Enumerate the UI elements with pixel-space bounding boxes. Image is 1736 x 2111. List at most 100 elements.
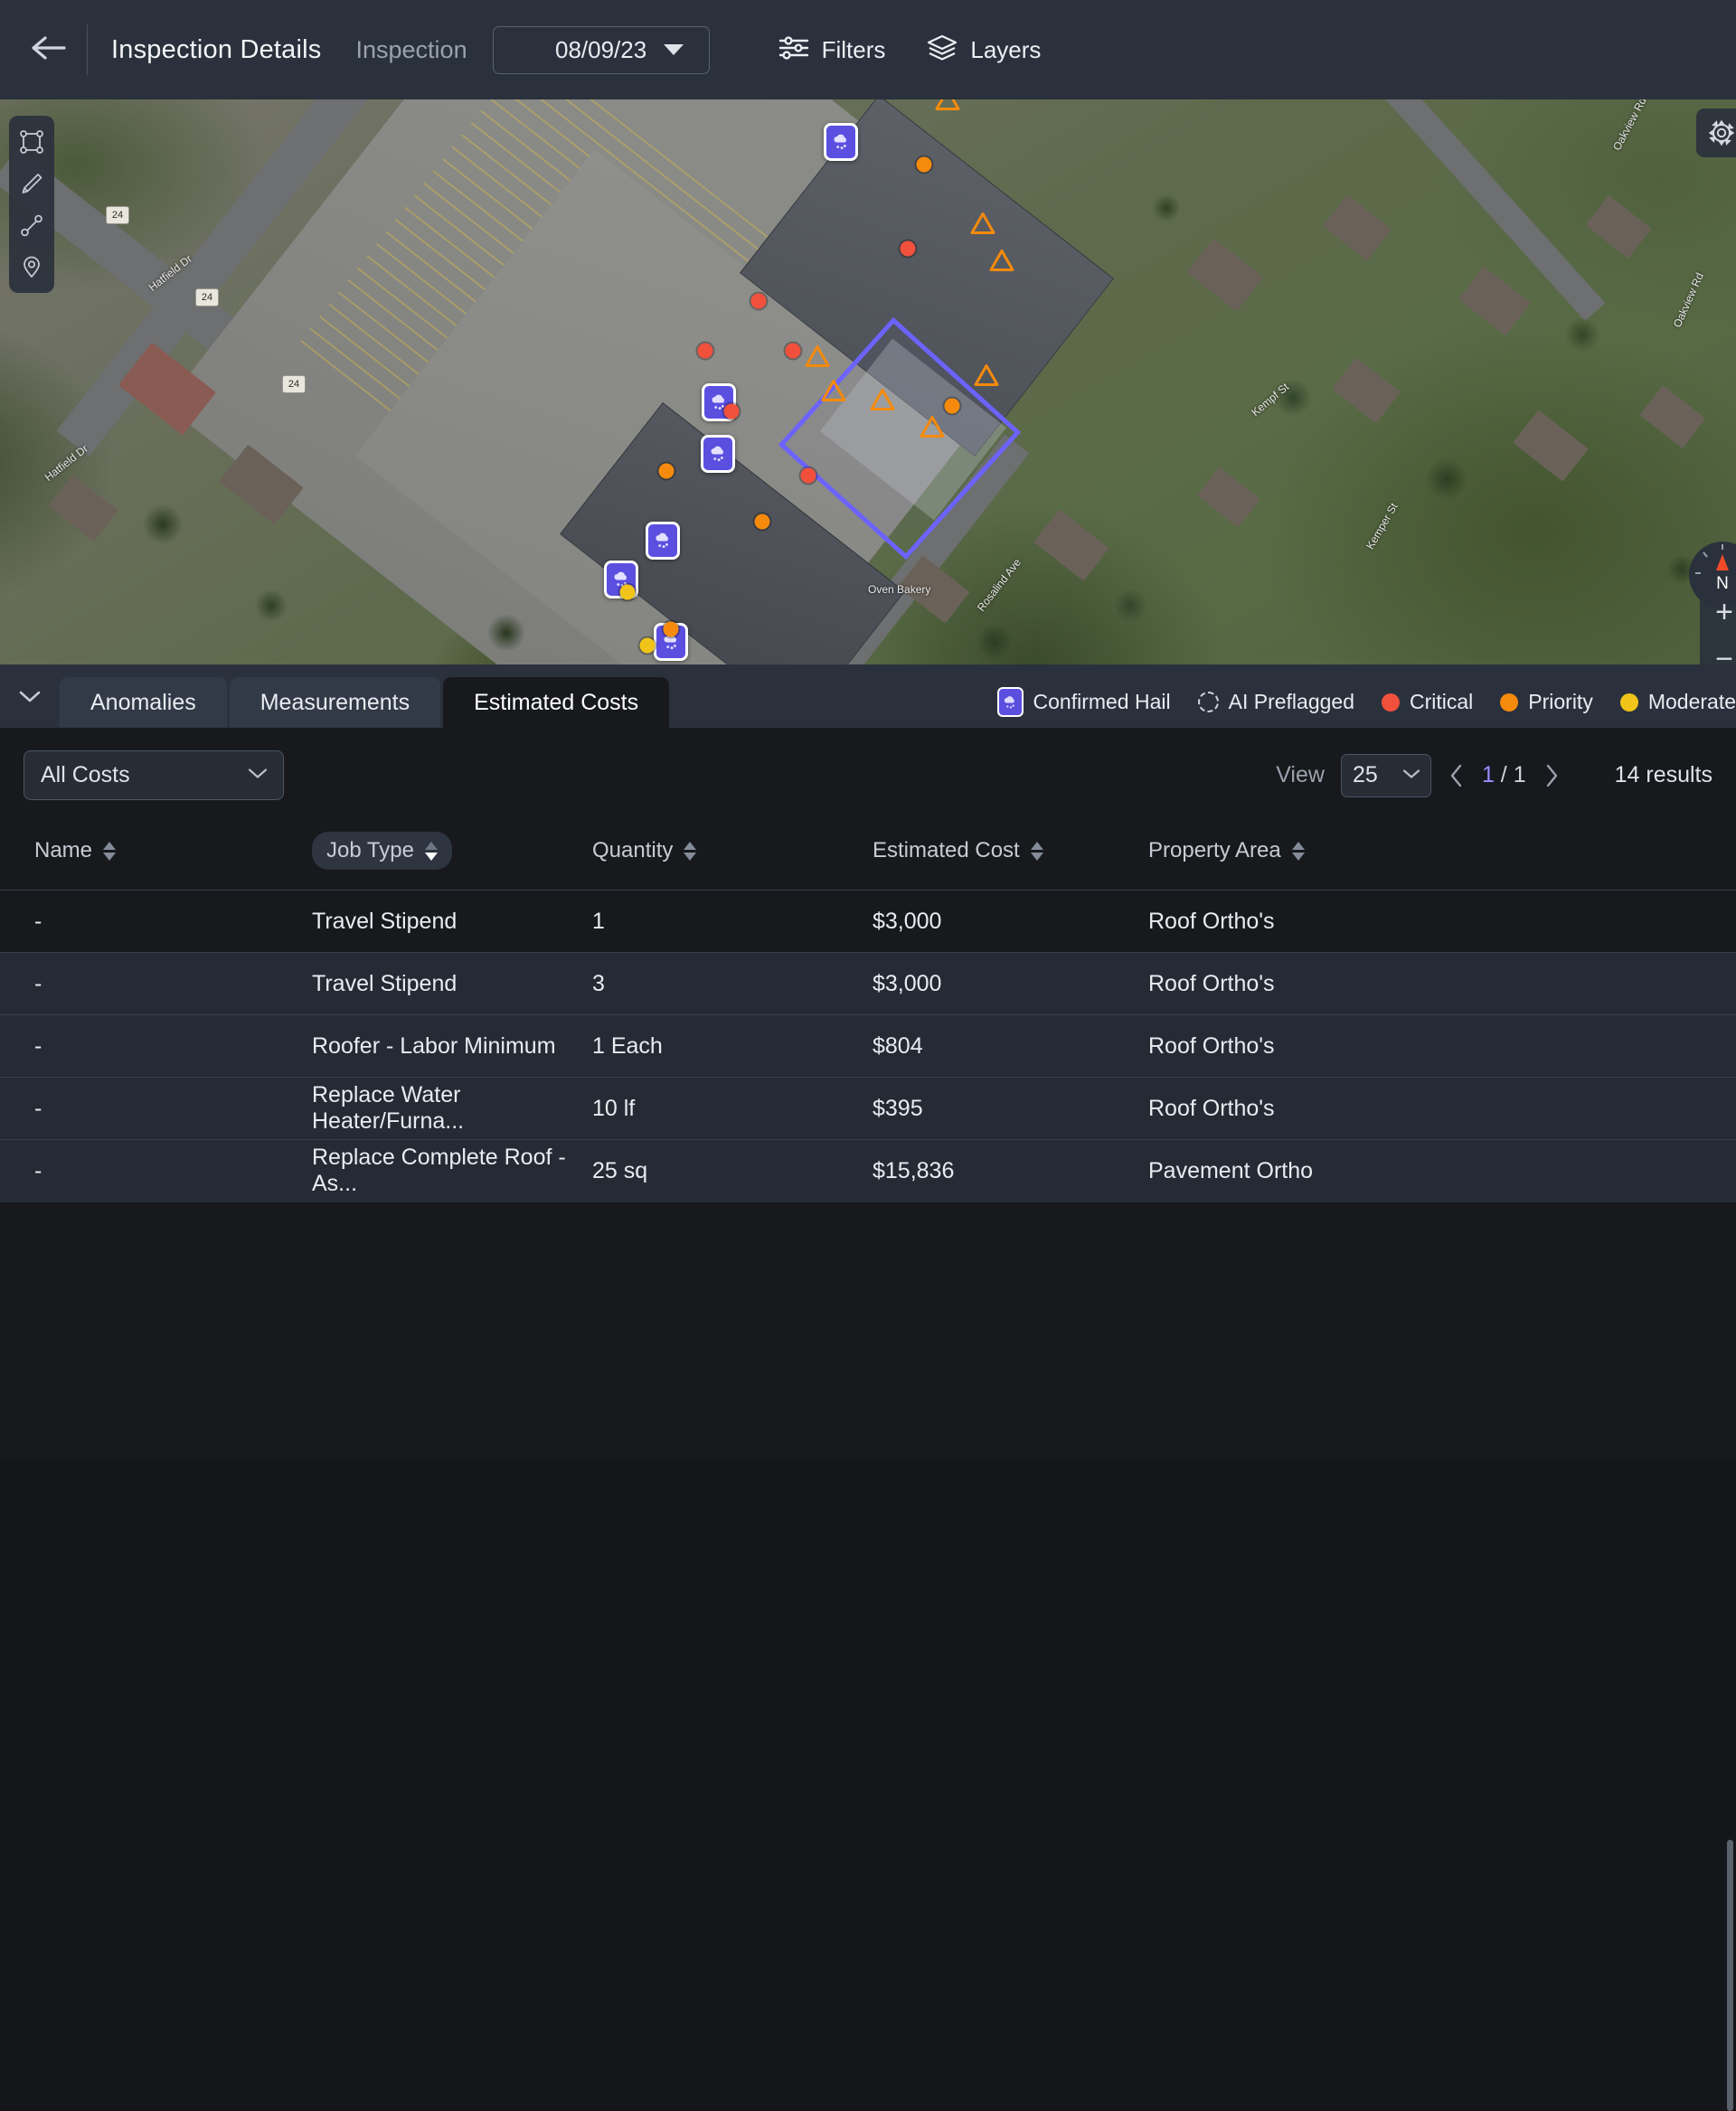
legend-item-confirmed-hail[interactable]: Confirmed Hail: [997, 687, 1171, 717]
marker-ai-preflagged[interactable]: [821, 380, 846, 402]
map-settings-button[interactable]: [1696, 108, 1736, 157]
table-row[interactable]: -Roofer - Labor Minimum1 Each$804Roof Or…: [0, 1015, 1736, 1078]
legend-label-confirmed-hail: Confirmed Hail: [1033, 690, 1171, 714]
cell-job-type: Roofer - Labor Minimum: [312, 1015, 592, 1078]
zoom-in-button[interactable]: +: [1700, 589, 1736, 636]
point-tool[interactable]: [9, 246, 54, 287]
marker-priority[interactable]: [917, 157, 932, 173]
cell-quantity: 3: [592, 953, 873, 1015]
marker-priority[interactable]: [755, 514, 770, 530]
legend-item-critical[interactable]: Critical: [1382, 690, 1473, 714]
marker-critical[interactable]: [698, 344, 713, 359]
column-header-quantity[interactable]: Quantity: [592, 823, 873, 891]
table-row[interactable]: -Replace Water Heater/Furna...10 lf$395R…: [0, 1078, 1736, 1140]
table-row[interactable]: -Travel Stipend3$3,000Roof Ortho's: [0, 953, 1736, 1015]
marker-ai-preflagged[interactable]: [989, 250, 1014, 272]
cell-name: -: [0, 1015, 312, 1078]
marker-confirmed-hail[interactable]: [646, 522, 680, 560]
zoom-out-button[interactable]: −: [1700, 636, 1736, 664]
marker-confirmed-hail[interactable]: [824, 123, 858, 161]
table-row[interactable]: -Replace Complete Roof - As...25 sq$15,8…: [0, 1140, 1736, 1202]
marker-ai-preflagged[interactable]: [920, 416, 945, 438]
table-body: -Travel Stipend1$3,000Roof Ortho's-Trave…: [0, 891, 1736, 1202]
top-bar: Inspection Details Inspection 08/09/23 F…: [0, 0, 1736, 99]
column-label-quantity: Quantity: [592, 838, 673, 863]
table-row[interactable]: -Travel Stipend1$3,000Roof Ortho's: [0, 891, 1736, 953]
priority-swatch: [1500, 693, 1518, 712]
marker-priority[interactable]: [664, 622, 679, 637]
cell-estimated-cost: $3,000: [873, 953, 1148, 1015]
results-count: 14 results: [1615, 762, 1712, 788]
panel-toolbar: All Costs View 25: [0, 728, 1736, 823]
collapse-panel-button[interactable]: [0, 664, 60, 728]
page-separator: /: [1501, 762, 1507, 787]
cell-estimated-cost: $3,000: [873, 891, 1148, 953]
tab-measurements[interactable]: Measurements: [230, 677, 440, 728]
cell-estimated-cost: $15,836: [873, 1140, 1148, 1202]
rectangle-nodes-icon: [19, 129, 44, 155]
marker-confirmed-hail[interactable]: [701, 435, 735, 473]
cell-estimated-cost: $395: [873, 1078, 1148, 1140]
cell-job-type: Travel Stipend: [312, 953, 592, 1015]
marker-priority[interactable]: [945, 399, 960, 414]
layers-button[interactable]: Layers: [927, 33, 1041, 66]
legend-label-ai-preflagged: AI Preflagged: [1229, 690, 1354, 714]
marker-ai-preflagged[interactable]: [935, 99, 960, 111]
critical-swatch: [1382, 693, 1400, 712]
polygon-select-tool[interactable]: [9, 121, 54, 163]
tab-anomalies[interactable]: Anomalies: [60, 677, 227, 728]
page-total: 1: [1514, 762, 1526, 787]
draw-tool[interactable]: [9, 163, 54, 204]
sort-icon[interactable]: [1031, 842, 1043, 861]
marker-ai-preflagged[interactable]: [870, 389, 895, 411]
legend-item-priority[interactable]: Priority: [1500, 690, 1593, 714]
moderate-swatch: [1620, 693, 1638, 712]
marker-critical[interactable]: [724, 404, 740, 419]
cell-property-area: Roof Ortho's: [1148, 891, 1736, 953]
column-header-job-type[interactable]: Job Type: [312, 823, 592, 891]
measure-tool[interactable]: [9, 204, 54, 246]
cell-property-area: Roof Ortho's: [1148, 953, 1736, 1015]
sort-icon[interactable]: [103, 842, 116, 861]
legend-item-moderate[interactable]: Moderate: [1620, 690, 1736, 714]
column-header-estimated-cost[interactable]: Estimated Cost: [873, 823, 1148, 891]
cell-quantity: 1: [592, 891, 873, 953]
marker-critical[interactable]: [901, 241, 916, 257]
page-title: Inspection Details: [111, 35, 322, 65]
marker-ai-preflagged[interactable]: [974, 364, 999, 387]
map-pin-icon: [19, 254, 44, 279]
costs-filter-select[interactable]: All Costs: [24, 750, 284, 800]
marker-critical[interactable]: [786, 344, 801, 359]
cell-estimated-cost: $804: [873, 1015, 1148, 1078]
prev-page-button[interactable]: [1431, 754, 1482, 797]
marker-ai-preflagged[interactable]: [805, 345, 830, 368]
cell-property-area: Roof Ortho's: [1148, 1015, 1736, 1078]
layers-stack-icon: [927, 33, 958, 66]
marker-ai-preflagged[interactable]: [970, 212, 995, 235]
marker-critical[interactable]: [751, 294, 767, 309]
marker-critical[interactable]: [801, 468, 816, 484]
sort-icon[interactable]: [425, 842, 438, 861]
aerial-map[interactable]: Hatfield Dr Hatfield Dr Oakview Rd Oakvi…: [0, 99, 1736, 664]
back-button[interactable]: [16, 18, 80, 81]
cell-name: -: [0, 1140, 312, 1202]
header-divider: [87, 24, 88, 75]
table-scrollbar[interactable]: [1727, 1840, 1733, 2111]
sort-icon[interactable]: [684, 842, 696, 861]
map-legend: Confirmed Hail AI Preflagged Critical Pr…: [997, 687, 1736, 728]
page-size-select[interactable]: 25: [1341, 754, 1431, 797]
estimated-costs-panel: All Costs View 25: [0, 728, 1736, 1460]
marker-moderate[interactable]: [640, 638, 656, 654]
pencil-icon: [19, 171, 44, 196]
tab-estimated-costs[interactable]: Estimated Costs: [443, 677, 669, 728]
marker-priority[interactable]: [659, 464, 675, 479]
column-label-estimated-cost: Estimated Cost: [873, 838, 1020, 863]
column-header-property-area[interactable]: Property Area: [1148, 823, 1736, 891]
legend-item-ai-preflagged[interactable]: AI Preflagged: [1198, 690, 1354, 714]
next-page-button[interactable]: [1526, 754, 1577, 797]
inspection-date-select[interactable]: 08/09/23: [493, 26, 710, 74]
marker-moderate[interactable]: [620, 585, 636, 600]
column-header-name[interactable]: Name: [0, 823, 312, 891]
sort-icon[interactable]: [1292, 842, 1305, 861]
filters-button[interactable]: Filters: [778, 34, 886, 66]
